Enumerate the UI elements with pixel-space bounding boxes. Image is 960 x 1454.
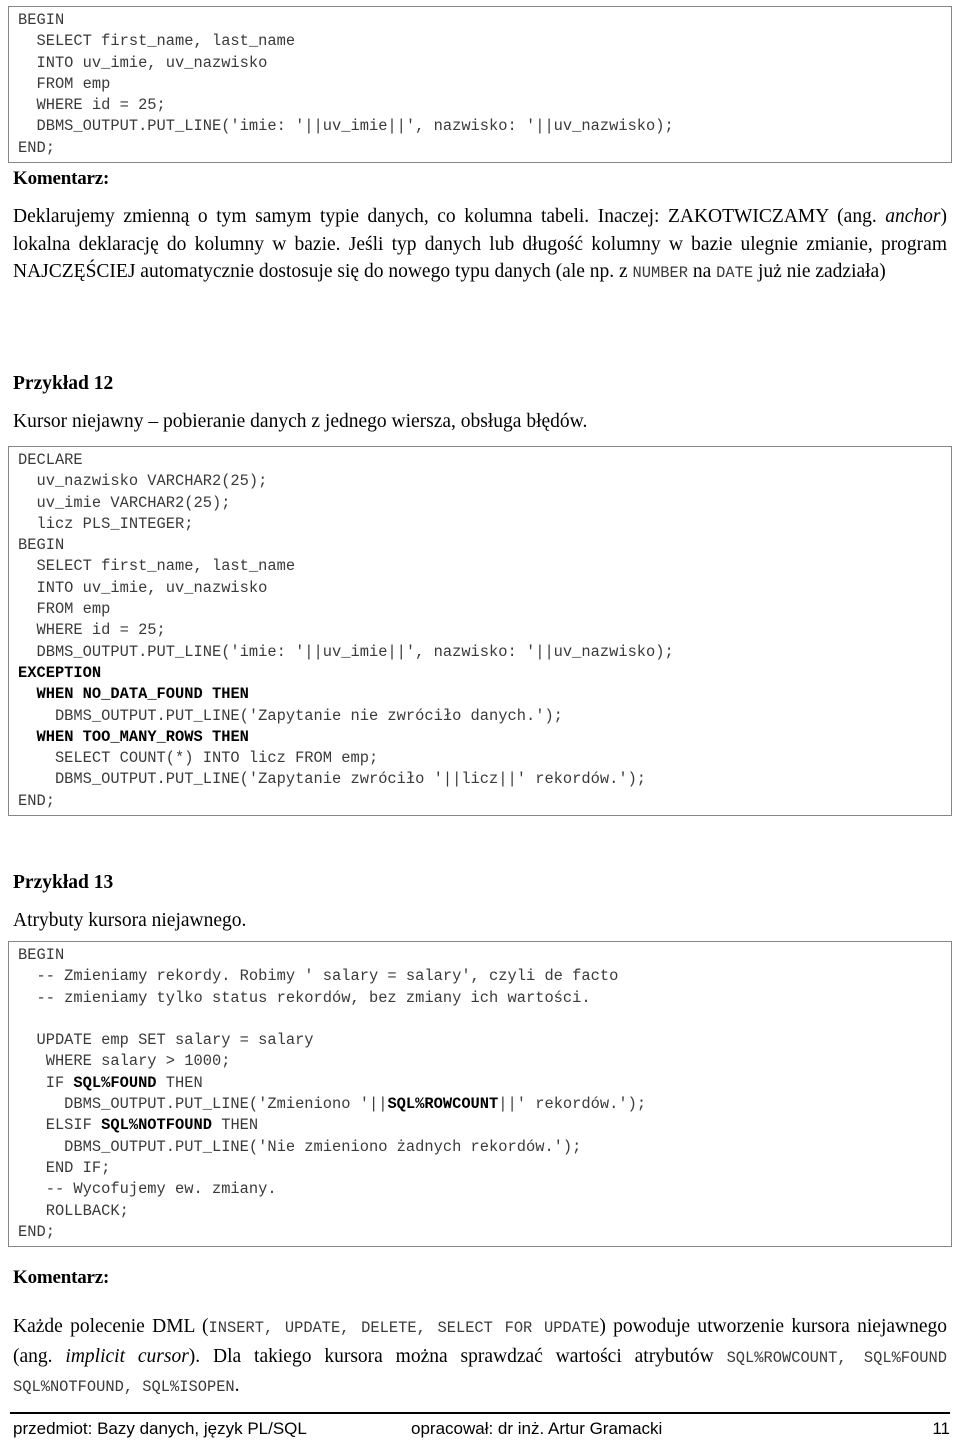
code3-attr-sql-rowcount: SQL%ROWCOUNT <box>387 1095 499 1114</box>
przyklad-13-subtitle: Atrybuty kursora niejawnego. <box>13 910 247 931</box>
komentarz-1-mono-date: DATE <box>716 264 754 282</box>
komentarz-2-text-c: ). Dla takiego kursora można sprawdzać w… <box>188 1345 727 1367</box>
code3-part-a: BEGIN -- Zmieniamy rekordy. Robimy ' sal… <box>18 946 619 1092</box>
komentarz-1-text-d: już nie zadziała) <box>753 261 886 282</box>
footer-page-number: 11 <box>932 1419 950 1438</box>
przyklad-13-heading: Przykład 13 <box>13 872 114 893</box>
komentarz-1-mono-number: NUMBER <box>632 264 688 282</box>
code3-part-d: THEN DBMS_OUTPUT.PUT_LINE('Nie zmieniono… <box>18 1116 582 1241</box>
code-block-1-text: BEGIN SELECT first_name, last_name INTO … <box>18 11 674 157</box>
code2-keyword-no-data-found: WHEN NO_DATA_FOUND THEN <box>36 685 249 704</box>
komentarz-1-text-a: Deklarujemy zmienną o tym samym typie da… <box>13 206 886 227</box>
komentarz-paragraph-2: Każde polecenie DML (INSERT, UPDATE, DEL… <box>13 1313 947 1402</box>
code2-keyword-exception: EXCEPTION <box>18 663 102 682</box>
code3-attr-sql-found: SQL%FOUND <box>73 1073 157 1092</box>
code-block-3: BEGIN -- Zmieniamy rekordy. Robimy ' sal… <box>8 941 952 1248</box>
komentarz-heading-2: Komentarz: <box>13 1267 110 1288</box>
code-block-2-text: DECLARE uv_nazwisko VARCHAR2(25); uv_imi… <box>9 450 951 812</box>
code3-attr-sql-notfound: SQL%NOTFOUND <box>101 1116 212 1135</box>
footer-divider <box>10 1412 950 1414</box>
komentarz-2-text-d: . <box>234 1375 240 1396</box>
code-block-2: DECLARE uv_nazwisko VARCHAR2(25); uv_imi… <box>8 446 952 817</box>
code2-part-b <box>18 685 36 703</box>
przyklad-12-subtitle: Kursor niejawny – pobieranie danych z je… <box>13 411 588 432</box>
komentarz-2-italic-implicit-cursor: implicit cursor <box>65 1345 189 1367</box>
code2-part-d: SELECT COUNT(*) INTO licz FROM emp; DBMS… <box>18 749 647 810</box>
komentarz-1-text-c: na <box>687 261 717 282</box>
komentarz-1-italic-anchor: anchor <box>885 206 941 227</box>
code-block-1: BEGIN SELECT first_name, last_name INTO … <box>8 6 952 164</box>
code2-part-a: DECLARE uv_nazwisko VARCHAR2(25); uv_imi… <box>18 451 674 661</box>
code2-keyword-too-many-rows: WHEN TOO_MANY_ROWS THEN <box>36 727 249 746</box>
komentarz-paragraph-1: Deklarujemy zmienną o tym samym typie da… <box>13 203 947 288</box>
code-block-3-text: BEGIN -- Zmieniamy rekordy. Robimy ' sal… <box>9 945 951 1243</box>
document-page: BEGIN SELECT first_name, last_name INTO … <box>0 0 960 1454</box>
komentarz-2-mono-dml-list: INSERT, UPDATE, DELETE, SELECT FOR UPDAT… <box>208 1319 600 1337</box>
komentarz-2-text-a: Każde polecenie DML ( <box>13 1316 209 1337</box>
komentarz-heading-1: Komentarz: <box>13 168 110 189</box>
footer-subject: przedmiot: Bazy danych, język PL/SQL <box>13 1419 307 1438</box>
przyklad-12-heading: Przykład 12 <box>13 373 114 394</box>
footer-author: opracował: dr inż. Artur Gramacki <box>411 1419 663 1438</box>
